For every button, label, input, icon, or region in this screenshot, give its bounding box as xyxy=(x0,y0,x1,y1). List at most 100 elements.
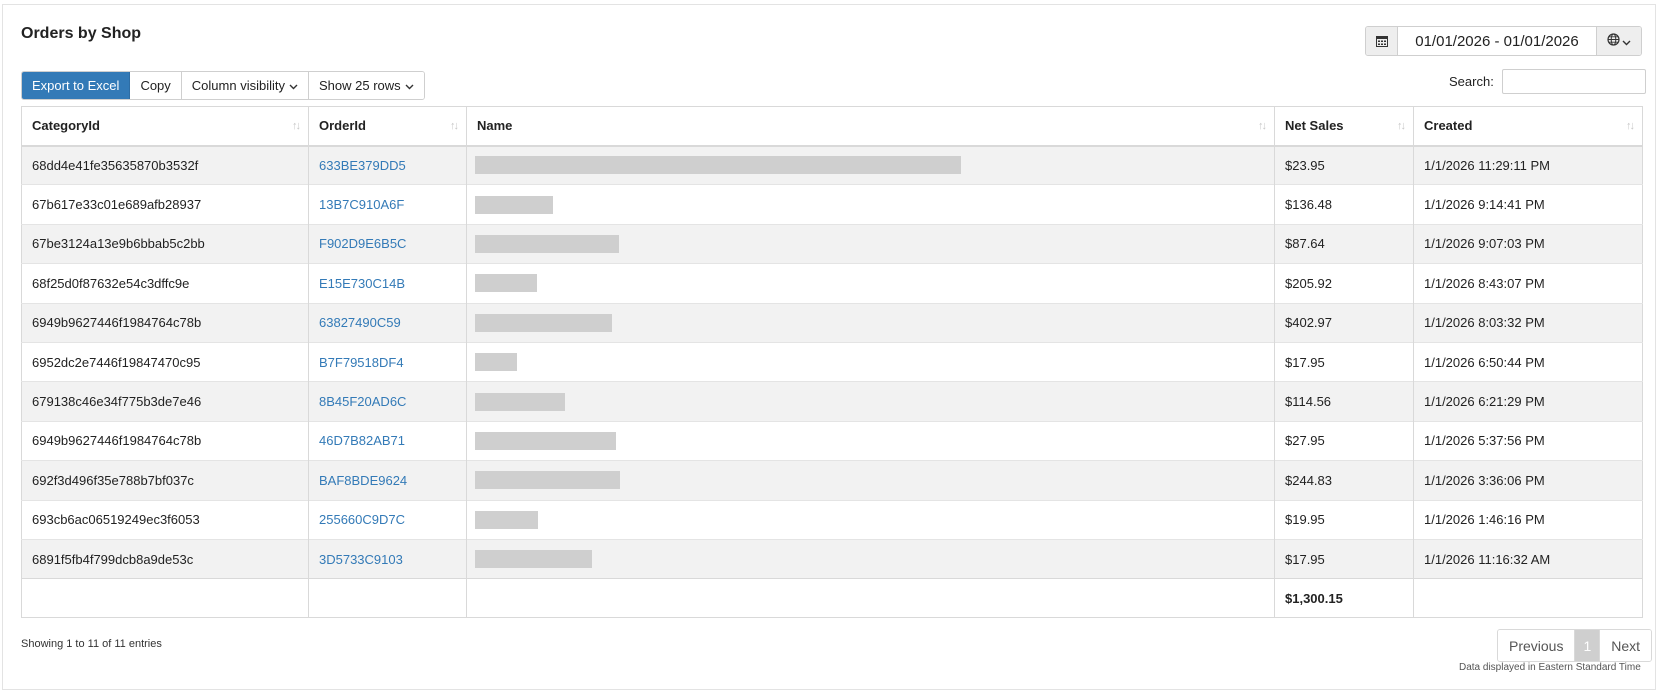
column-header-label: Name xyxy=(477,118,513,134)
page-title: Orders by Shop xyxy=(21,25,142,42)
net-sales-cell: $136.48 xyxy=(1274,184,1414,225)
order-id-cell: E15E730C14B xyxy=(308,263,467,304)
category-id-cell: 6949b9627446f1984764c78b xyxy=(21,420,309,461)
net-sales-cell: $87.64 xyxy=(1274,223,1414,264)
calendar-icon[interactable] xyxy=(1366,27,1398,55)
order-id-link[interactable]: B7F79518DF4 xyxy=(319,355,404,370)
orders-panel: Orders by Shop 01/01/2026 - 01/01/2026 E… xyxy=(2,4,1656,690)
redacted-name xyxy=(475,353,517,372)
table-row: 68dd4e41fe35635870b3532f 633BE379DD5 $23… xyxy=(21,144,1643,185)
category-id-cell: 68f25d0f87632e54c3dffc9e xyxy=(21,263,309,304)
table-row: 6952dc2e7446f19847470c95 B7F79518DF4 $17… xyxy=(21,341,1643,382)
created-cell: 1/1/2026 8:43:07 PM xyxy=(1413,263,1643,304)
entries-info: Showing 1 to 11 of 11 entries xyxy=(21,638,162,650)
created-cell: 1/1/2026 11:16:32 AM xyxy=(1413,538,1643,579)
order-id-link[interactable]: BAF8BDE9624 xyxy=(319,473,407,488)
net-sales-cell: $114.56 xyxy=(1274,381,1414,422)
column-header-label: OrderId xyxy=(319,118,366,134)
export-excel-button[interactable]: Export to Excel xyxy=(22,72,131,99)
order-id-cell: 63827490C59 xyxy=(308,302,467,343)
category-id-cell: 693cb6ac06519249ec3f6053 xyxy=(21,499,309,540)
column-header-created[interactable]: Created ↑↓ xyxy=(1413,106,1643,147)
created-cell: 1/1/2026 8:03:32 PM xyxy=(1413,302,1643,343)
category-id-cell: 6891f5fb4f799dcb8a9de53c xyxy=(21,538,309,579)
net-sales-cell: $27.95 xyxy=(1274,420,1414,461)
net-sales-cell: $402.97 xyxy=(1274,302,1414,343)
table-row: 6949b9627446f1984764c78b 63827490C59 $40… xyxy=(21,302,1643,343)
table-row: 6949b9627446f1984764c78b 46D7B82AB71 $27… xyxy=(21,420,1643,461)
created-cell: 1/1/2026 9:07:03 PM xyxy=(1413,223,1643,264)
timezone-dropdown[interactable] xyxy=(1596,27,1641,55)
redacted-name xyxy=(475,550,592,569)
category-id-cell: 6952dc2e7446f19847470c95 xyxy=(21,341,309,382)
order-id-link[interactable]: 3D5733C9103 xyxy=(319,552,403,567)
redacted-name xyxy=(475,234,619,253)
footer-empty-cell xyxy=(21,578,309,618)
copy-button[interactable]: Copy xyxy=(130,72,182,99)
show-rows-button[interactable]: Show 25 rows xyxy=(309,72,424,99)
redacted-name xyxy=(475,471,620,490)
category-id-cell: 68dd4e41fe35635870b3532f xyxy=(21,144,309,185)
column-header-categoryid[interactable]: CategoryId ↑↓ xyxy=(21,106,309,147)
name-cell xyxy=(466,499,1275,540)
category-id-cell: 6949b9627446f1984764c78b xyxy=(21,302,309,343)
order-id-link[interactable]: 8B45F20AD6C xyxy=(319,394,406,409)
column-header-net-sales[interactable]: Net Sales ↑↓ xyxy=(1274,106,1414,147)
globe-icon xyxy=(1607,33,1620,49)
column-visibility-button[interactable]: Column visibility xyxy=(181,72,309,99)
show-rows-label: Show 25 rows xyxy=(319,78,401,93)
order-id-link[interactable]: 63827490C59 xyxy=(319,315,401,330)
category-id-cell: 679138c46e34f775b3de7e46 xyxy=(21,381,309,422)
order-id-cell: 8B45F20AD6C xyxy=(308,381,467,422)
sort-icon: ↑↓ xyxy=(1258,119,1267,132)
order-id-link[interactable]: 633BE379DD5 xyxy=(319,158,406,173)
footer-empty-cell xyxy=(308,578,467,618)
order-id-cell: 46D7B82AB71 xyxy=(308,420,467,461)
sort-icon: ↑↓ xyxy=(1397,119,1406,132)
total-net-sales: $1,300.15 xyxy=(1274,578,1414,618)
footer-empty-cell xyxy=(466,578,1275,618)
column-header-orderid[interactable]: OrderId ↑↓ xyxy=(308,106,467,147)
order-id-link[interactable]: F902D9E6B5C xyxy=(319,236,406,251)
table-toolbar: Export to Excel Copy Column visibility S… xyxy=(21,71,425,100)
search-input[interactable] xyxy=(1501,69,1646,94)
timezone-note: Data displayed in Eastern Standard Time xyxy=(1459,662,1641,673)
footer-empty-cell xyxy=(1413,578,1643,618)
net-sales-cell: $17.95 xyxy=(1274,538,1414,579)
net-sales-cell: $23.95 xyxy=(1274,144,1414,185)
category-id-cell: 692f3d496f35e788b7bf037c xyxy=(21,460,309,501)
created-cell: 1/1/2026 9:14:41 PM xyxy=(1413,184,1643,225)
date-range-value[interactable]: 01/01/2026 - 01/01/2026 xyxy=(1398,27,1596,55)
table-row: 67b617e33c01e689afb28937 13B7C910A6F $13… xyxy=(21,184,1643,225)
order-id-link[interactable]: 46D7B82AB71 xyxy=(319,433,405,448)
order-id-link[interactable]: 13B7C910A6F xyxy=(319,197,404,212)
table-row: 693cb6ac06519249ec3f6053 255660C9D7C $19… xyxy=(21,499,1643,540)
column-header-name[interactable]: Name ↑↓ xyxy=(466,106,1275,147)
order-id-cell: BAF8BDE9624 xyxy=(308,460,467,501)
redacted-name xyxy=(475,392,565,411)
name-cell xyxy=(466,144,1275,185)
chevron-down-icon xyxy=(405,78,414,93)
column-header-label: Net Sales xyxy=(1285,118,1344,134)
name-cell xyxy=(466,223,1275,264)
redacted-name xyxy=(475,510,538,529)
date-range-picker[interactable]: 01/01/2026 - 01/01/2026 xyxy=(1365,26,1642,56)
sort-icon: ↑↓ xyxy=(450,119,459,132)
table-row: 68f25d0f87632e54c3dffc9e E15E730C14B $20… xyxy=(21,263,1643,304)
column-header-label: CategoryId xyxy=(32,118,100,134)
net-sales-cell: $244.83 xyxy=(1274,460,1414,501)
next-page-button[interactable]: Next xyxy=(1600,630,1652,661)
table-header-row: CategoryId ↑↓ OrderId ↑↓ Name ↑↓ Net Sales ↑… xyxy=(21,106,1643,147)
net-sales-cell: $17.95 xyxy=(1274,341,1414,382)
order-id-link[interactable]: E15E730C14B xyxy=(319,276,405,291)
order-id-cell: 13B7C910A6F xyxy=(308,184,467,225)
current-page-button[interactable]: 1 xyxy=(1575,630,1601,661)
search-box: Search: xyxy=(1449,69,1646,94)
previous-page-button[interactable]: Previous xyxy=(1498,630,1576,661)
redacted-name xyxy=(475,274,537,293)
sort-icon: ↑↓ xyxy=(292,119,301,132)
order-id-cell: F902D9E6B5C xyxy=(308,223,467,264)
created-cell: 1/1/2026 3:36:06 PM xyxy=(1413,460,1643,501)
name-cell xyxy=(466,460,1275,501)
order-id-link[interactable]: 255660C9D7C xyxy=(319,512,405,527)
